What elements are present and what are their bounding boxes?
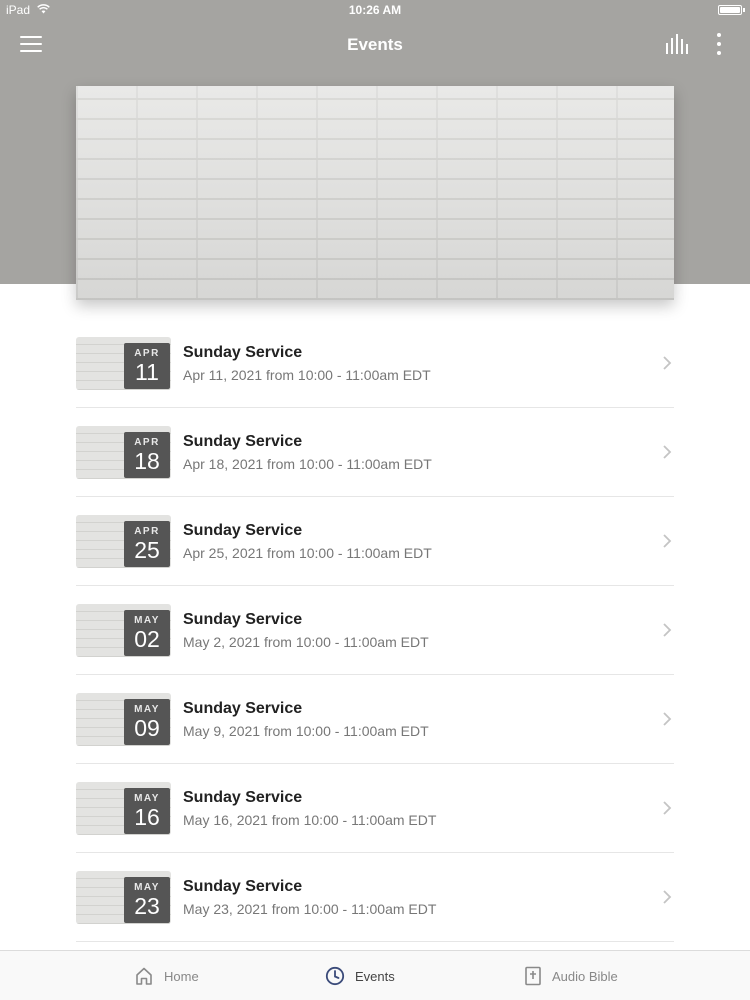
event-subtitle: Apr 11, 2021 from 10:00 - 11:00am EDT [183, 367, 431, 383]
date-badge-month: MAY [134, 704, 160, 715]
date-badge-month: MAY [134, 882, 160, 893]
tab-home[interactable]: Home [134, 951, 199, 1000]
date-badge-day: 11 [135, 359, 159, 385]
date-badge-day: 18 [134, 448, 160, 474]
event-thumbnail: MAY 23 [76, 871, 171, 924]
event-row[interactable]: MAY 02 Sunday Service May 2, 2021 from 1… [76, 586, 674, 675]
clock-icon [325, 966, 345, 986]
more-options-icon[interactable] [712, 33, 726, 55]
date-badge-month: APR [134, 526, 160, 537]
date-badge-day: 09 [134, 715, 160, 741]
date-badge-month: MAY [134, 793, 160, 804]
event-thumbnail: MAY 09 [76, 693, 171, 746]
event-title: Sunday Service [183, 878, 303, 895]
event-subtitle: May 16, 2021 from 10:00 - 11:00am EDT [183, 812, 437, 828]
audio-bars-icon[interactable] [665, 34, 689, 54]
event-row[interactable]: MAY 23 Sunday Service May 23, 2021 from … [76, 853, 674, 942]
event-subtitle: May 9, 2021 from 10:00 - 11:00am EDT [183, 723, 429, 739]
tab-audio-bible-label: Audio Bible [552, 968, 618, 984]
chevron-right-icon [663, 534, 672, 548]
battery-icon [718, 5, 745, 15]
event-title: Sunday Service [183, 522, 303, 539]
date-badge: MAY 02 [124, 610, 170, 656]
chevron-right-icon [663, 445, 672, 459]
chevron-right-icon [663, 356, 672, 370]
chevron-right-icon [663, 801, 672, 815]
date-badge-day: 16 [134, 804, 160, 830]
event-subtitle: Apr 18, 2021 from 10:00 - 11:00am EDT [183, 456, 432, 472]
event-row[interactable]: APR 11 Sunday Service Apr 11, 2021 from … [76, 319, 674, 408]
tab-events[interactable]: Events [325, 951, 395, 1000]
bible-icon [525, 966, 541, 986]
event-subtitle: May 2, 2021 from 10:00 - 11:00am EDT [183, 634, 429, 650]
event-row[interactable]: MAY 09 Sunday Service May 9, 2021 from 1… [76, 675, 674, 764]
event-thumbnail: APR 25 [76, 515, 171, 568]
event-thumbnail: APR 18 [76, 426, 171, 479]
nav-bar: Events [0, 22, 750, 66]
date-badge: MAY 09 [124, 699, 170, 745]
event-title: Sunday Service [183, 789, 303, 806]
tab-bar: Home Events Audio Bible [0, 950, 750, 1000]
event-title: Sunday Service [183, 433, 303, 450]
tab-home-label: Home [164, 968, 199, 984]
date-badge-month: APR [134, 348, 160, 359]
event-row[interactable]: APR 18 Sunday Service Apr 18, 2021 from … [76, 408, 674, 497]
date-badge-month: APR [134, 437, 160, 448]
date-badge-day: 02 [134, 626, 160, 652]
tab-audio-bible[interactable]: Audio Bible [524, 951, 618, 1000]
chevron-right-icon [663, 712, 672, 726]
event-thumbnail: APR 11 [76, 337, 171, 390]
status-bar: iPad 10:26 AM [0, 0, 750, 22]
chevron-right-icon [663, 623, 672, 637]
date-badge: MAY 16 [124, 788, 170, 834]
tab-events-label: Events [355, 968, 395, 984]
home-icon [136, 967, 152, 985]
event-thumbnail: MAY 02 [76, 604, 171, 657]
date-badge: APR 25 [124, 521, 170, 567]
date-badge-day: 25 [134, 537, 160, 563]
chevron-right-icon [663, 890, 672, 904]
event-title: Sunday Service [183, 700, 303, 717]
date-badge-month: MAY [134, 615, 160, 626]
event-list: APR 11 Sunday Service Apr 11, 2021 from … [76, 319, 674, 942]
page-title: Events [347, 35, 403, 54]
event-subtitle: May 23, 2021 from 10:00 - 11:00am EDT [183, 901, 437, 917]
banner-image [76, 86, 674, 300]
event-subtitle: Apr 25, 2021 from 10:00 - 11:00am EDT [183, 545, 432, 561]
event-title: Sunday Service [183, 344, 303, 361]
date-badge: APR 11 [124, 343, 170, 389]
status-time: 10:26 AM [348, 3, 402, 17]
event-row[interactable]: MAY 16 Sunday Service May 16, 2021 from … [76, 764, 674, 853]
event-title: Sunday Service [183, 611, 303, 628]
event-thumbnail: MAY 16 [76, 782, 171, 835]
date-badge: MAY 23 [124, 877, 170, 923]
date-badge: APR 18 [124, 432, 170, 478]
date-badge-day: 23 [134, 893, 160, 919]
event-row[interactable]: APR 25 Sunday Service Apr 25, 2021 from … [76, 497, 674, 586]
